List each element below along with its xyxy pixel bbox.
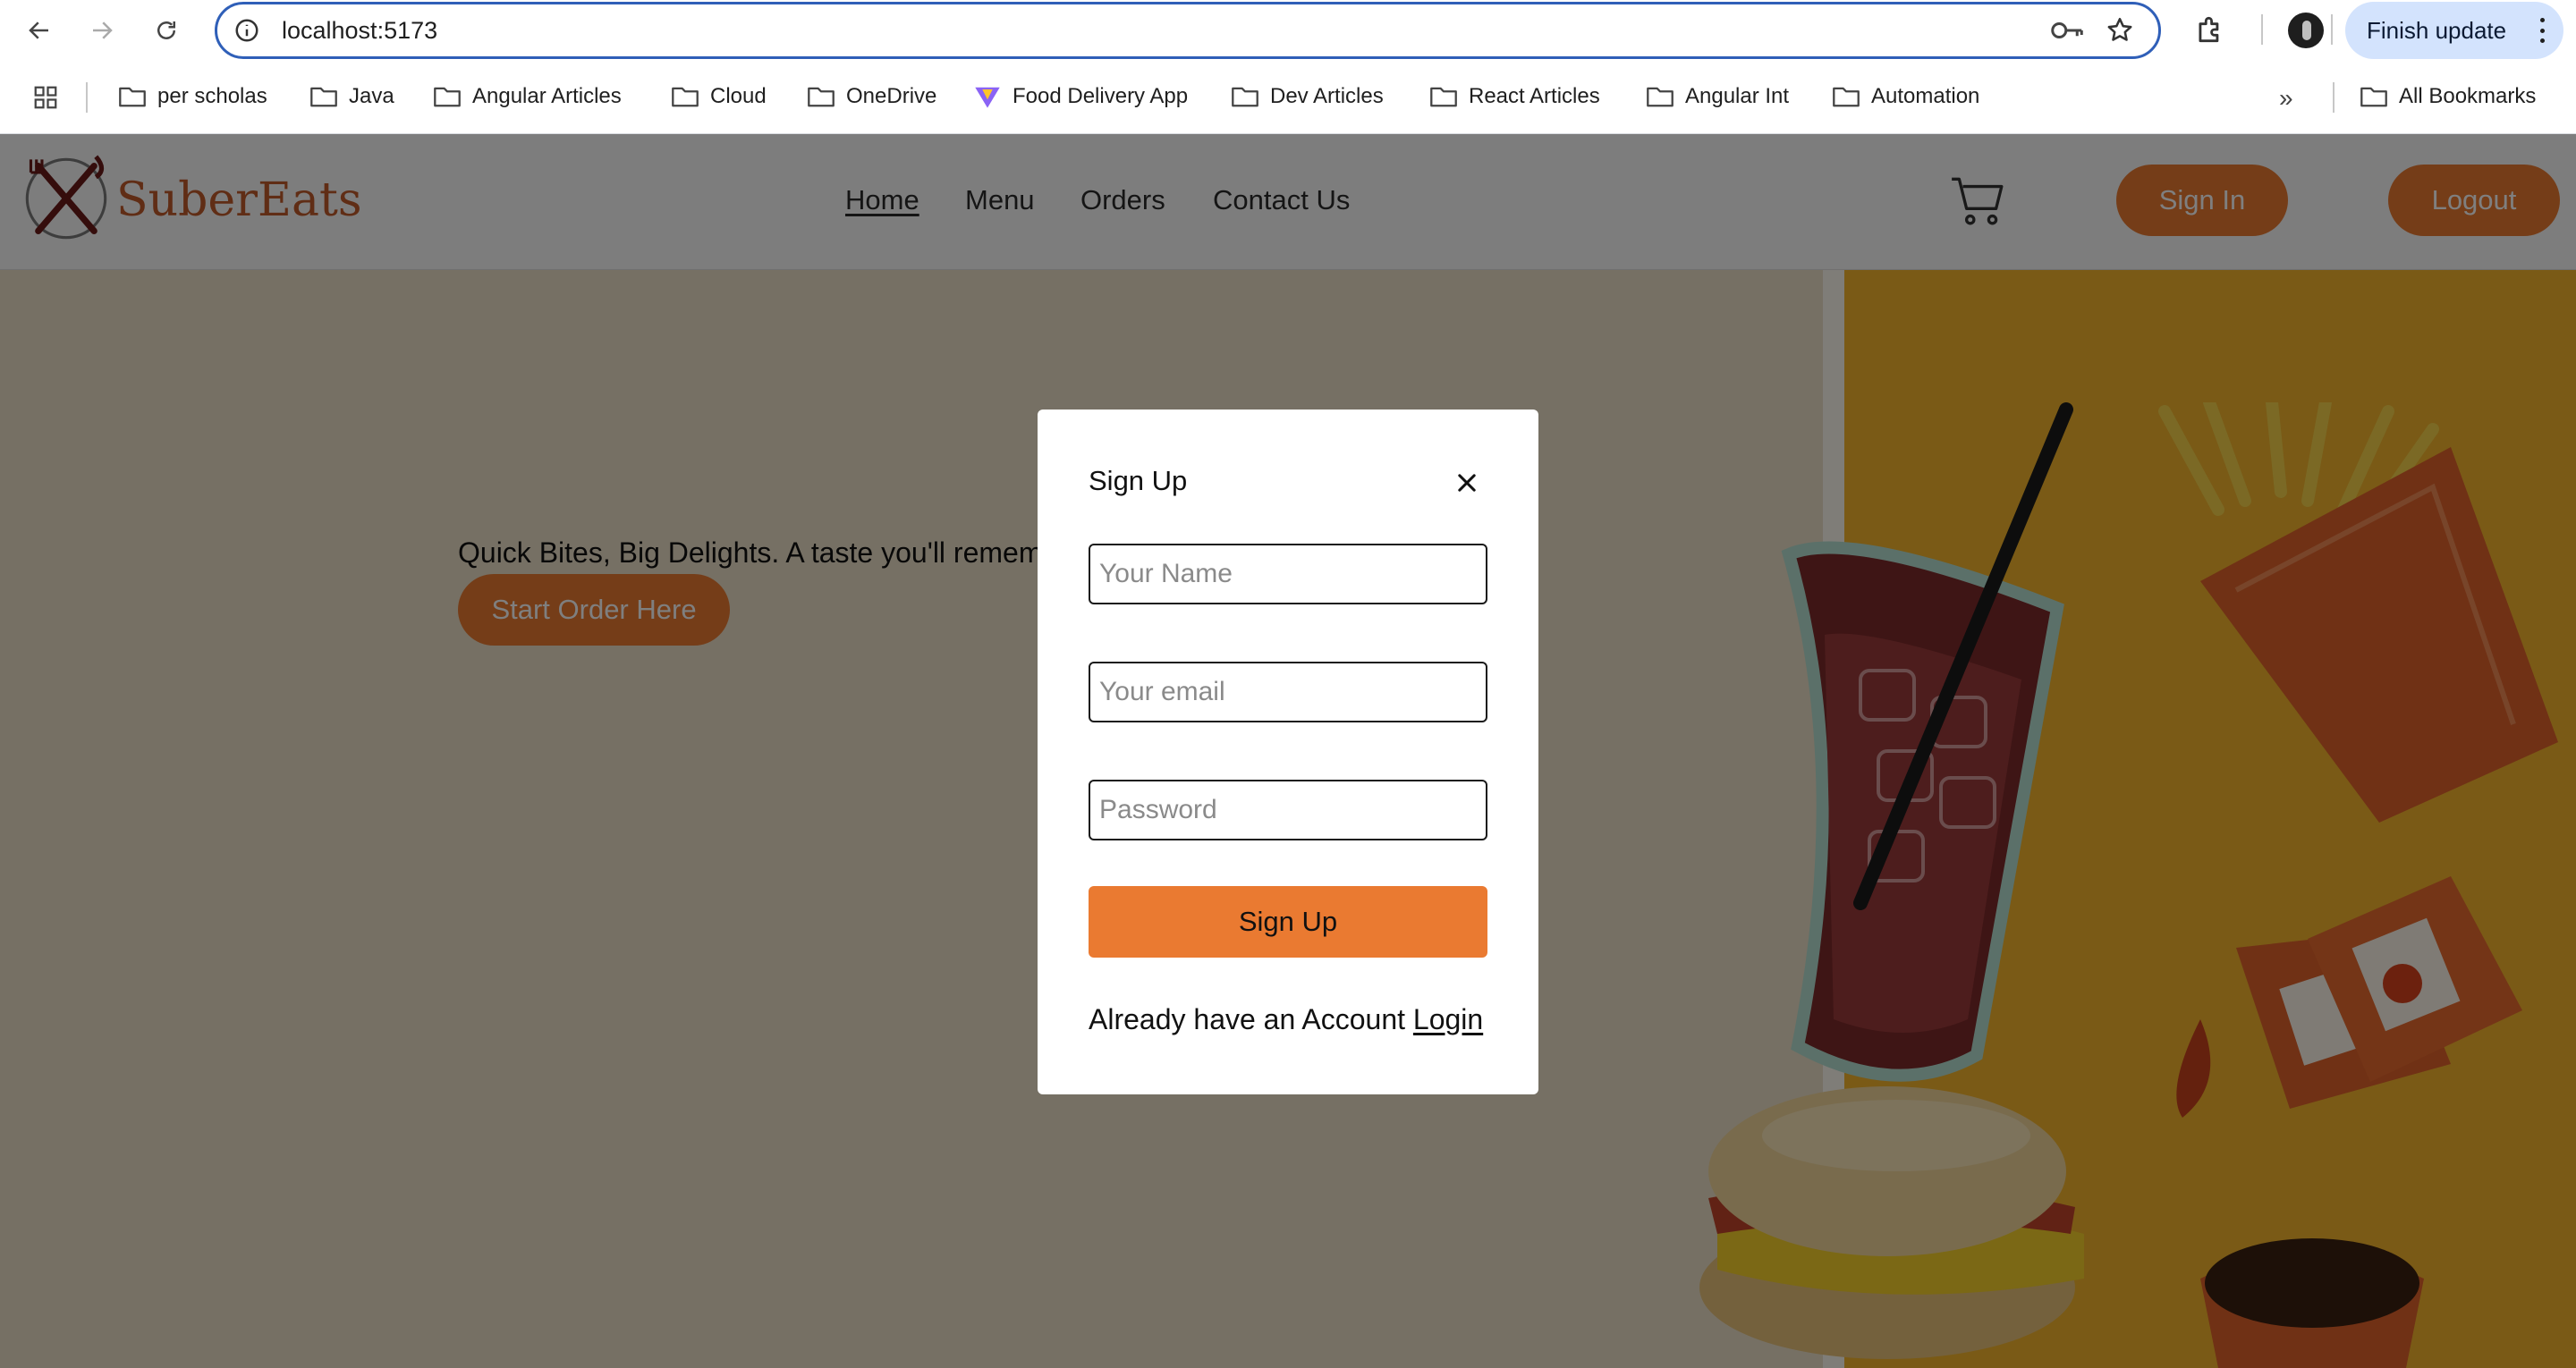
- password-input[interactable]: [1089, 780, 1487, 840]
- folder-icon: [2360, 87, 2387, 107]
- reload-icon[interactable]: [148, 13, 184, 48]
- back-icon[interactable]: [21, 13, 57, 48]
- apps-grid-icon[interactable]: [32, 84, 59, 111]
- bookmark-link[interactable]: Food Delivery App: [973, 79, 1188, 114]
- bookmark-folder[interactable]: Java: [309, 79, 394, 114]
- folder-icon: [1833, 87, 1860, 107]
- folder-icon: [434, 87, 461, 107]
- bookmark-label: Angular Articles: [472, 84, 622, 108]
- bookmark-label: OneDrive: [846, 84, 937, 108]
- bookmarks-bar: per scholas Java Angular Articles Cloud …: [0, 72, 2576, 122]
- bookmark-label: Angular Int: [1685, 84, 1790, 108]
- profile-avatar[interactable]: [2288, 13, 2324, 48]
- login-link[interactable]: Login: [1413, 1003, 1483, 1035]
- bookmark-label: Dev Articles: [1270, 84, 1384, 108]
- bookmark-label: Food Delivery App: [1013, 84, 1189, 108]
- toolbar-divider: [2331, 14, 2333, 45]
- url-text[interactable]: localhost:5173: [282, 17, 437, 44]
- name-input[interactable]: [1089, 544, 1487, 604]
- bookmark-folder[interactable]: OneDrive: [807, 79, 936, 114]
- bookmark-star-icon[interactable]: [2105, 15, 2135, 46]
- sign-up-submit-button[interactable]: Sign Up: [1089, 886, 1487, 958]
- browser-chrome: localhost:5173 Finish update per scholas…: [0, 0, 2576, 134]
- folder-icon: [1232, 87, 1258, 107]
- folder-icon: [1430, 87, 1457, 107]
- all-bookmarks-label: All Bookmarks: [2399, 84, 2537, 108]
- email-input[interactable]: [1089, 662, 1487, 722]
- more-bookmarks-chevron-icon[interactable]: »: [2279, 84, 2293, 113]
- login-prompt: Already have an Account Login: [1089, 1003, 1483, 1036]
- bookmark-label: Automation: [1871, 84, 1980, 108]
- bookmark-folder[interactable]: Dev Articles: [1231, 79, 1384, 114]
- modal-title: Sign Up: [1089, 465, 1188, 496]
- bookmark-folder[interactable]: Automation: [1832, 79, 1979, 114]
- bookmarks-divider: [86, 82, 88, 113]
- vite-logo-icon: [975, 87, 1000, 108]
- bookmark-folder[interactable]: Angular Articles: [433, 79, 622, 114]
- folder-icon: [310, 87, 337, 107]
- finish-update-button[interactable]: Finish update: [2345, 2, 2563, 59]
- folder-icon: [1647, 87, 1674, 107]
- all-bookmarks-button[interactable]: All Bookmarks: [2360, 79, 2536, 114]
- already-account-text: Already have an Account: [1089, 1003, 1406, 1035]
- bookmark-label: per scholas: [157, 84, 267, 108]
- folder-icon: [672, 87, 699, 107]
- password-key-icon[interactable]: [2049, 17, 2085, 44]
- address-bar[interactable]: localhost:5173: [215, 2, 2161, 59]
- bookmark-folder[interactable]: React Articles: [1429, 79, 1600, 114]
- finish-update-label: Finish update: [2367, 16, 2507, 44]
- bookmark-label: React Articles: [1469, 84, 1600, 108]
- extensions-icon[interactable]: [2193, 13, 2227, 46]
- bookmark-folder[interactable]: Angular Int: [1646, 79, 1789, 114]
- folder-icon: [808, 87, 835, 107]
- close-icon[interactable]: [1445, 461, 1488, 504]
- bookmark-label: Java: [349, 84, 394, 108]
- bookmark-folder[interactable]: per scholas: [118, 79, 267, 114]
- bookmark-label: Cloud: [710, 84, 767, 108]
- more-menu-icon[interactable]: [2540, 18, 2546, 43]
- bookmark-folder[interactable]: Cloud: [671, 79, 767, 114]
- site-info-icon[interactable]: [233, 17, 260, 44]
- web-page: SuberEats Home Menu Orders Contact Us Si…: [0, 134, 2576, 1368]
- folder-icon: [119, 87, 146, 107]
- toolbar-divider: [2261, 14, 2263, 45]
- forward-icon[interactable]: [84, 13, 120, 48]
- sign-up-modal: Sign Up Sign Up Already have an Account …: [1038, 410, 1538, 1094]
- bookmarks-divider: [2333, 82, 2334, 113]
